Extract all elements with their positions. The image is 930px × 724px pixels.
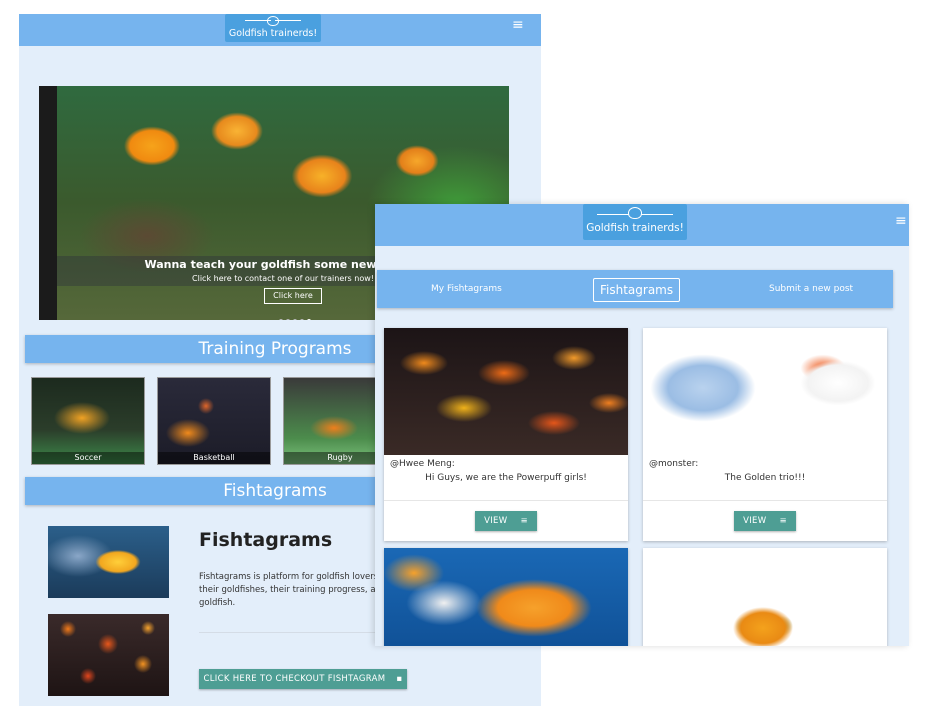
- view-post-button[interactable]: VIEW ≡: [734, 511, 796, 531]
- logo-line-right: [275, 20, 301, 21]
- program-label: Soccer: [32, 452, 144, 464]
- view-label: VIEW: [484, 516, 508, 526]
- fishtagrams-heading: Fishtagrams: [199, 529, 333, 551]
- tab-my-fishtagrams[interactable]: My Fishtagrams: [431, 270, 502, 308]
- goldfish-group-preview-image: [48, 614, 169, 696]
- carousel-dot[interactable]: [286, 319, 290, 320]
- post-card: [643, 548, 887, 646]
- hero-click-here-button[interactable]: Click here: [264, 288, 322, 304]
- brand-logo[interactable]: Goldfish trainerds!: [225, 14, 321, 42]
- tab-submit-new-post[interactable]: Submit a new post: [769, 270, 853, 308]
- tab-fishtagrams[interactable]: Fishtagrams: [593, 278, 681, 302]
- carousel-dot[interactable]: [279, 319, 283, 320]
- carousel-dot-active[interactable]: [307, 319, 311, 320]
- view-label: VIEW: [743, 516, 767, 526]
- checkout-button-label: CLICK HERE TO CHECKOUT FISHTAGRAM: [203, 674, 386, 684]
- post-author: @Hwee Meng:: [390, 459, 455, 469]
- hamburger-icon[interactable]: ≡: [512, 18, 524, 32]
- post-card: [384, 548, 628, 646]
- post-image[interactable]: [384, 548, 628, 646]
- feed-navbar: Goldfish trainerds! ≡: [375, 204, 909, 246]
- logo-line-left: [245, 20, 271, 21]
- program-label: Basketball: [158, 452, 270, 464]
- carousel-indicators: [279, 308, 314, 320]
- fishbowl-icon: [267, 16, 279, 26]
- post-card: @monster: The Golden trio!!! VIEW ≡: [643, 328, 887, 541]
- post-card: @Hwee Meng: Hi Guys, we are the Powerpuf…: [384, 328, 628, 541]
- brand-name: Goldfish trainerds!: [586, 222, 684, 234]
- post-caption: Hi Guys, we are the Powerpuff girls!: [425, 473, 587, 483]
- post-image[interactable]: [643, 328, 887, 455]
- card-divider: [384, 500, 628, 501]
- logo-line-right: [641, 214, 673, 215]
- post-image[interactable]: [384, 328, 628, 455]
- view-post-button[interactable]: VIEW ≡: [475, 511, 537, 531]
- card-divider: [643, 500, 887, 501]
- hamburger-icon[interactable]: ≡: [895, 214, 907, 228]
- fishtagrams-feed-window: Goldfish trainerds! ≡ My Fishtagrams Fis…: [375, 204, 909, 646]
- fishbowl-icon: [628, 207, 642, 219]
- feed-tabs: My Fishtagrams Fishtagrams Submit a new …: [377, 270, 893, 308]
- carousel-dot[interactable]: [293, 319, 297, 320]
- post-author: @monster:: [649, 459, 699, 469]
- brand-logo[interactable]: Goldfish trainerds!: [583, 204, 687, 240]
- home-navbar: Goldfish trainerds! ≡: [19, 14, 541, 46]
- brand-name: Goldfish trainerds!: [228, 28, 318, 39]
- list-icon: ≡: [520, 516, 528, 526]
- carousel-dot[interactable]: [300, 319, 304, 320]
- program-soccer[interactable]: Soccer: [31, 377, 145, 465]
- comment-icon: ▪: [396, 674, 403, 684]
- logo-line-left: [597, 214, 629, 215]
- post-caption: The Golden trio!!!: [724, 473, 806, 483]
- checkout-fishtagram-button[interactable]: CLICK HERE TO CHECKOUT FISHTAGRAM ▪: [199, 669, 407, 689]
- list-icon: ≡: [779, 516, 787, 526]
- post-image[interactable]: [643, 548, 887, 646]
- goldfish-preview-image: [48, 526, 169, 598]
- program-basketball[interactable]: Basketball: [157, 377, 271, 465]
